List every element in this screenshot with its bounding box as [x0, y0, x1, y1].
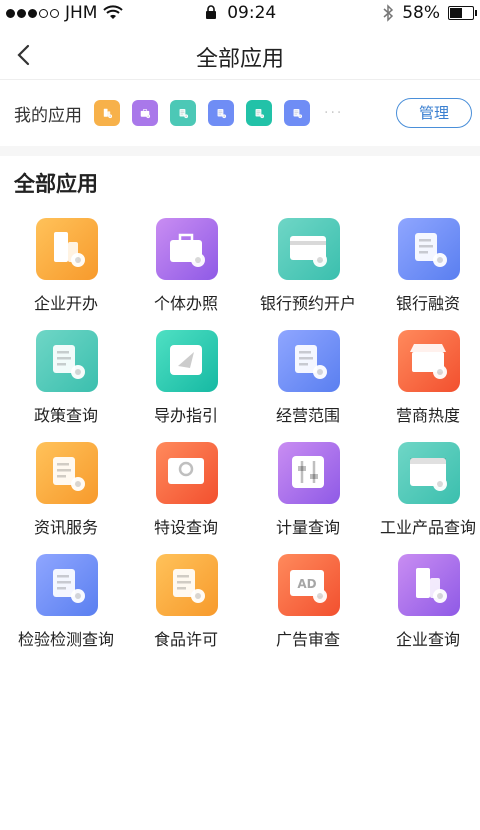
my-apps-bar: 我的应用 ··· 管理: [0, 84, 480, 142]
building-icon: [103, 108, 113, 119]
app-item[interactable]: 营商热度: [368, 322, 480, 434]
paper-plane-icon: [156, 330, 218, 392]
app-item[interactable]: 银行预约开户: [248, 210, 368, 322]
my-apps-label: 我的应用: [14, 105, 82, 126]
app-item[interactable]: 特设查询: [126, 434, 246, 546]
app-label: 营商热度: [395, 406, 460, 425]
my-app-building-icon[interactable]: [94, 100, 120, 126]
company-search-icon: [398, 554, 460, 616]
certificate-icon: [36, 330, 98, 392]
battery-percent: 58%: [402, 3, 440, 23]
app-label: 经营范围: [275, 406, 340, 425]
my-app-form-icon[interactable]: [284, 100, 310, 126]
sliders-icon: [278, 442, 340, 504]
building-icon: [36, 218, 98, 280]
briefcase-icon: [140, 109, 151, 119]
clock: 09:24: [227, 3, 277, 23]
app-label: 工业产品查询: [379, 518, 476, 537]
lock-icon: [205, 5, 216, 19]
status-bar: JHM 09:24 58%: [0, 0, 480, 26]
finance-icon: [398, 218, 460, 280]
my-app-document-icon[interactable]: [208, 100, 234, 126]
app-item[interactable]: 工业产品查询: [368, 434, 480, 546]
my-app-screen-icon[interactable]: [246, 100, 272, 126]
app-item[interactable]: 资讯服务: [6, 434, 126, 546]
my-app-briefcase-icon[interactable]: [132, 100, 158, 126]
manage-button[interactable]: 管理: [396, 98, 472, 128]
section-title: 全部应用: [14, 172, 98, 196]
my-app-card-icon[interactable]: [170, 100, 196, 126]
store-icon: [398, 330, 460, 392]
food-license-icon: [156, 554, 218, 616]
app-label: 政策查询: [33, 406, 98, 425]
ad-icon: AD: [278, 554, 340, 616]
document-icon: [217, 109, 227, 119]
section-divider: [0, 146, 480, 156]
app-label: 企业开办: [33, 294, 98, 313]
app-label: 银行融资: [395, 294, 460, 313]
app-item[interactable]: 企业开办: [6, 210, 126, 322]
app-label: 导办指引: [153, 406, 218, 425]
battery-icon: [448, 6, 477, 20]
app-label: 个体办照: [153, 294, 218, 313]
app-item[interactable]: AD 广告审查: [248, 546, 368, 658]
app-item[interactable]: 检验检测查询: [6, 546, 126, 658]
app-label: 食品许可: [153, 630, 218, 649]
app-item[interactable]: 食品许可: [126, 546, 246, 658]
app-item[interactable]: 企业查询: [368, 546, 480, 658]
app-item[interactable]: 政策查询: [6, 322, 126, 434]
app-label: 特设查询: [153, 518, 218, 537]
svg-text:AD: AD: [297, 577, 316, 591]
app-label: 检验检测查询: [17, 630, 114, 649]
app-item[interactable]: 银行融资: [368, 210, 480, 322]
bank-card-icon: [278, 218, 340, 280]
app-label: 计量查询: [275, 518, 340, 537]
news-icon: [36, 442, 98, 504]
app-item[interactable]: 导办指引: [126, 322, 246, 434]
page-title: 全部应用: [195, 47, 284, 72]
card-icon: [179, 109, 189, 119]
box-icon: [398, 442, 460, 504]
app-label: 广告审查: [275, 630, 340, 649]
form-icon: [293, 109, 303, 119]
app-item[interactable]: 计量查询: [248, 434, 368, 546]
nav-bar: 全部应用: [0, 28, 480, 80]
app-item[interactable]: 经营范围: [248, 322, 368, 434]
app-item[interactable]: 个体办照: [126, 210, 246, 322]
screen-icon: [255, 109, 265, 119]
bluetooth-icon: [383, 4, 394, 22]
equipment-search-icon: [156, 442, 218, 504]
briefcase-icon: [156, 218, 218, 280]
app-label: 企业查询: [395, 630, 460, 649]
app-label: 银行预约开户: [259, 294, 356, 313]
inspection-icon: [36, 554, 98, 616]
app-label: 资讯服务: [33, 518, 98, 537]
search-document-icon: [278, 330, 340, 392]
more-icon: ···: [324, 105, 344, 121]
